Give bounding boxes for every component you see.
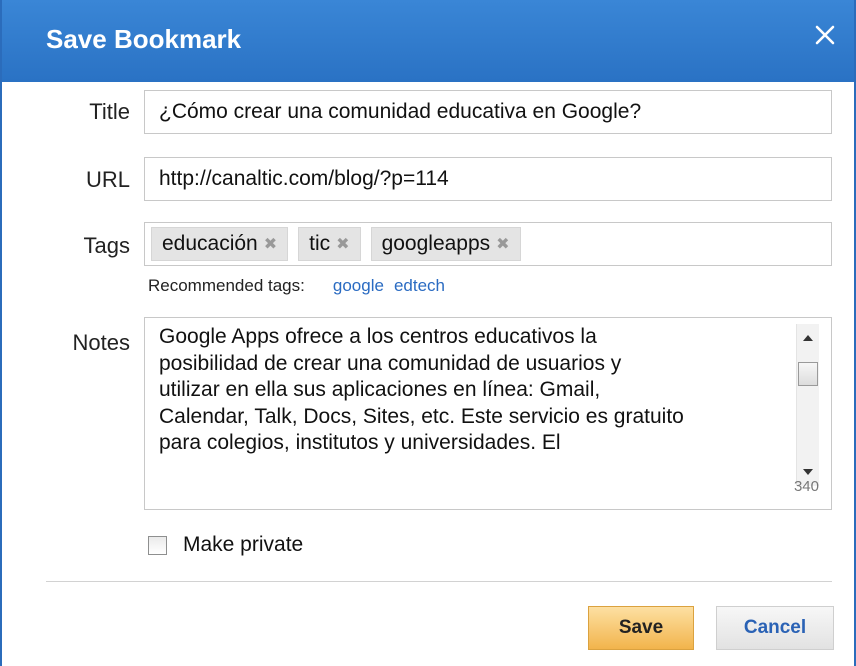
cancel-button[interactable]: Cancel <box>716 606 834 650</box>
make-private-checkbox[interactable] <box>148 535 167 555</box>
recommended-tag-link[interactable]: google <box>333 276 384 296</box>
tag-label: googleapps <box>381 232 491 255</box>
save-button[interactable]: Save <box>588 606 694 650</box>
dialog-titlebar: Save Bookmark <box>2 0 854 82</box>
title-field[interactable]: ¿Cómo crear una comunidad educativa en G… <box>144 90 832 134</box>
tag-remove-icon[interactable]: ✖ <box>264 234 277 254</box>
tags-label: Tags <box>83 233 130 258</box>
notes-textarea[interactable]: Google Apps ofrece a los centros educati… <box>144 317 832 510</box>
notes-character-count: 340 <box>793 478 819 495</box>
notes-line: posibilidad de crear una comunidad de us… <box>159 351 622 375</box>
tag-label: tic <box>309 232 331 255</box>
close-icon[interactable] <box>810 20 840 50</box>
notes-scrollbar[interactable] <box>796 324 819 486</box>
url-field[interactable]: http://canaltic.com/blog/?p=114 <box>144 157 832 201</box>
scroll-up-icon[interactable] <box>797 328 819 348</box>
notes-label: Notes <box>72 330 130 355</box>
scrollbar-thumb[interactable] <box>798 362 818 386</box>
tag-label: educación <box>162 232 258 255</box>
tag-remove-icon[interactable]: ✖ <box>496 234 509 254</box>
notes-line: Google Apps ofrece a los centros educati… <box>159 325 597 348</box>
title-value: ¿Cómo crear una comunidad educativa en G… <box>159 100 642 123</box>
save-bookmark-dialog: Save Bookmark Title ¿Cómo crear una comu… <box>0 0 856 666</box>
tag-chip: tic ✖ <box>298 227 361 261</box>
make-private-option[interactable]: Make private <box>148 533 303 557</box>
recommended-tag-link[interactable]: edtech <box>394 276 445 296</box>
make-private-label: Make private <box>183 533 304 556</box>
title-label: Title <box>89 99 130 124</box>
dialog-title: Save Bookmark <box>46 24 242 54</box>
notes-text: Google Apps ofrece a los centros educati… <box>159 324 779 474</box>
notes-line: para colegios, institutos y universidade… <box>159 431 561 454</box>
notes-line: utilizar en ella sus aplicaciones en lín… <box>159 378 601 401</box>
divider <box>46 581 832 582</box>
tag-chip: googleapps ✖ <box>370 227 521 261</box>
recommended-tags-label: Recommended tags: <box>148 276 305 295</box>
url-value: http://canaltic.com/blog/?p=114 <box>159 167 449 190</box>
tags-field[interactable]: educación ✖ tic ✖ googleapps ✖ <box>144 222 832 266</box>
notes-line: Calendar, Talk, Docs, Sites, etc. Este s… <box>159 404 684 428</box>
tag-remove-icon[interactable]: ✖ <box>336 234 349 254</box>
tag-chip: educación ✖ <box>151 227 289 261</box>
url-label: URL <box>85 167 130 192</box>
recommended-tags: Recommended tags: google edtech <box>148 276 445 296</box>
